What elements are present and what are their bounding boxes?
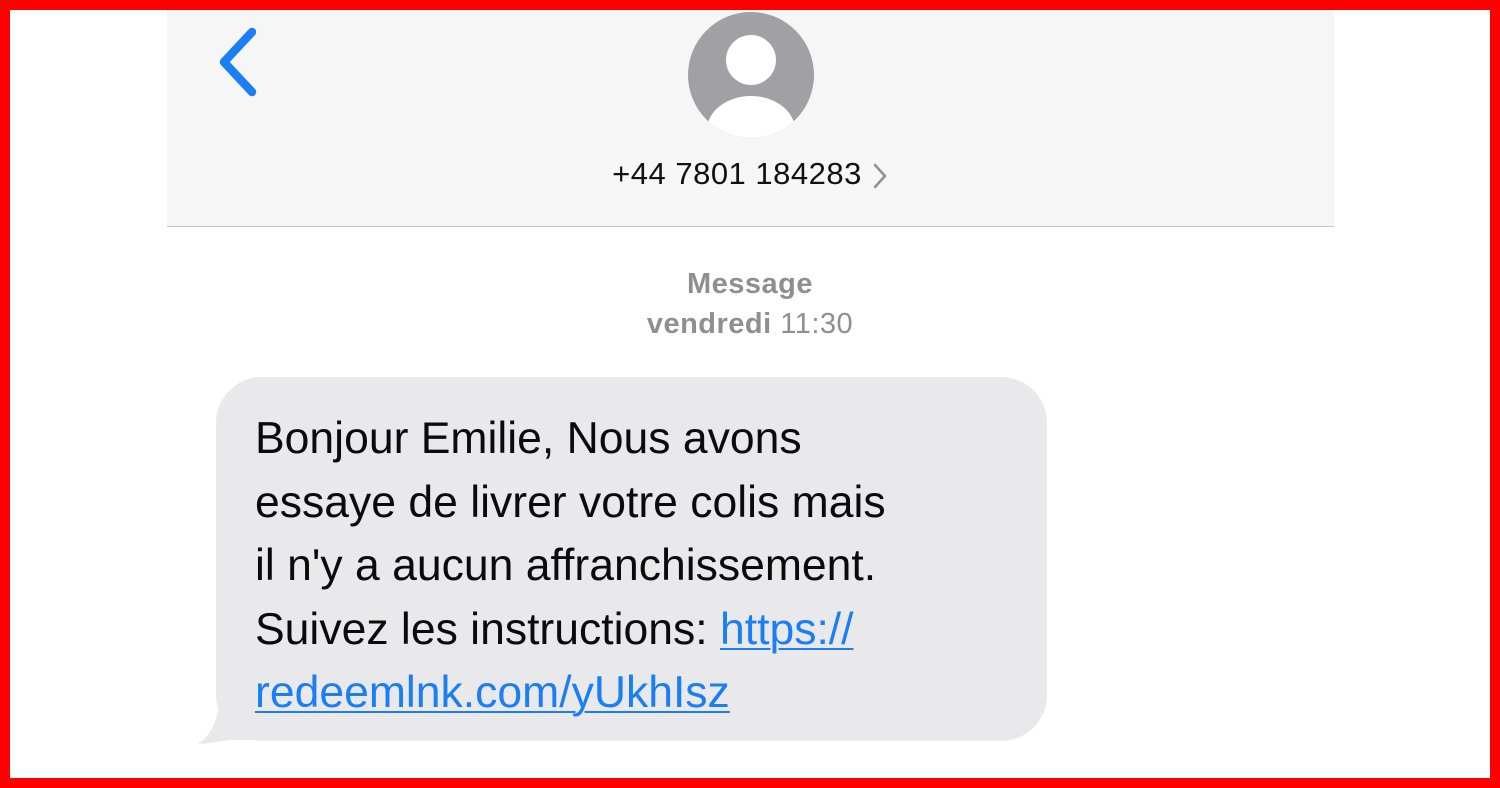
contact-details-button[interactable]: +44 7801 184283 (500, 152, 1000, 196)
message-bubble[interactable]: Bonjour Emilie, Nous avons essaye de livr… (216, 377, 1047, 741)
message-line: essaye de livrer votre colis mais (255, 477, 886, 527)
timestamp-time: 11:30 (780, 308, 854, 340)
message-line: Bonjour Emilie, Nous avons (255, 414, 802, 463)
back-button[interactable] (212, 26, 264, 98)
message-service-label: Message (686, 268, 813, 300)
message-timestamp: vendredi 11:30 (500, 308, 1000, 341)
person-icon (688, 12, 814, 138)
chevron-right-icon (873, 163, 887, 188)
message-line: il n'y a aucun affranchissement. (255, 541, 877, 590)
message-line: Suivez les instructions: (255, 604, 720, 654)
contact-avatar[interactable] (688, 12, 814, 138)
contact-phone-number: +44 7801 184283 (612, 156, 862, 191)
timestamp-day: vendredi (646, 308, 772, 340)
message-text: Bonjour Emilie, Nous avons essaye de livr… (255, 407, 1017, 725)
chevron-left-icon (219, 27, 257, 97)
